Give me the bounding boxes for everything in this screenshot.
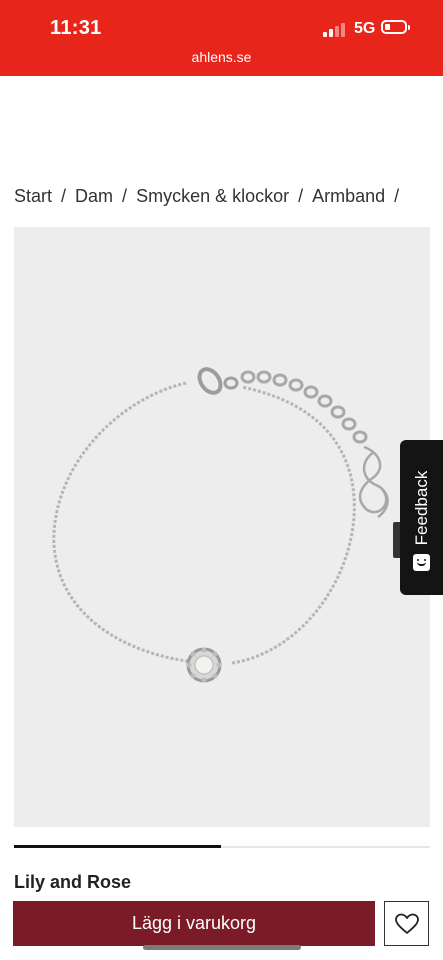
breadcrumb-separator: / (61, 186, 67, 206)
carousel-active-indicator (14, 845, 221, 848)
browser-header: 11:31 5G ahlens.se (0, 0, 443, 76)
network-type: 5G (354, 20, 376, 37)
breadcrumb-start[interactable]: Start (14, 186, 52, 206)
battery-icon (381, 20, 410, 34)
feedback-tab-edge (393, 522, 400, 558)
breadcrumb-dam[interactable]: Dam (75, 186, 113, 206)
signal-strength-icon (323, 23, 347, 37)
breadcrumb-armband[interactable]: Armband (312, 186, 385, 206)
feedback-tab[interactable]: Feedback (400, 440, 443, 595)
url-bar[interactable]: ahlens.se (0, 49, 443, 65)
heart-outline-icon (394, 913, 419, 934)
product-brand[interactable]: Lily and Rose (14, 872, 131, 893)
favorite-button[interactable] (384, 901, 429, 946)
breadcrumb-smycken-klockor[interactable]: Smycken & klockor (136, 186, 289, 206)
breadcrumb-separator: / (394, 186, 400, 206)
product-image[interactable] (14, 227, 430, 827)
breadcrumb-separator: / (122, 186, 128, 206)
bracelet-illustration (52, 367, 389, 683)
breadcrumb-separator: / (298, 186, 304, 206)
add-to-cart-button[interactable]: Lägg i varukorg (13, 901, 375, 946)
smiley-icon (413, 554, 430, 571)
home-indicator (143, 945, 301, 950)
breadcrumb: Start / Dam / Smycken & klockor / Armband / (14, 186, 408, 207)
status-time: 11:31 (50, 17, 102, 39)
feedback-label: Feedback (412, 470, 431, 546)
